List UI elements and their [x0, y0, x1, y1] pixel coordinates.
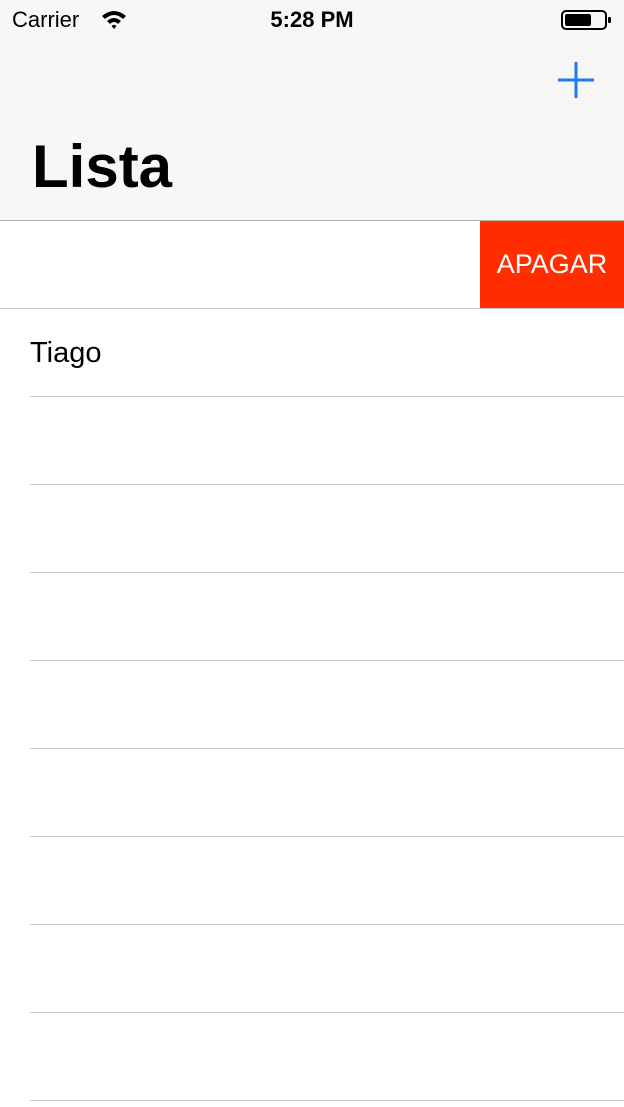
status-time: 5:28 PM [270, 7, 354, 32]
page-title: Lista [32, 133, 173, 200]
list-item[interactable] [30, 749, 624, 837]
status-bar: Carrier 5:28 PM [0, 0, 624, 40]
list-item[interactable] [30, 837, 624, 925]
list-item[interactable] [30, 661, 624, 749]
list-item[interactable]: Tiago [30, 309, 624, 397]
plus-icon [558, 62, 594, 98]
delete-button[interactable]: APAGAR [480, 221, 624, 308]
list-item[interactable] [30, 925, 624, 1013]
list-item[interactable] [30, 397, 624, 485]
list-item-label: Tiago [30, 337, 102, 369]
navigation-bar: Lista [0, 40, 624, 221]
list-table[interactable]: APAGAR Tiago [0, 221, 624, 1101]
add-button[interactable] [556, 60, 596, 100]
swiped-list-item[interactable]: APAGAR [0, 221, 624, 309]
list-item[interactable] [30, 573, 624, 661]
list-item[interactable] [30, 1013, 624, 1101]
battery-icon [561, 10, 611, 30]
list-item[interactable] [30, 485, 624, 573]
